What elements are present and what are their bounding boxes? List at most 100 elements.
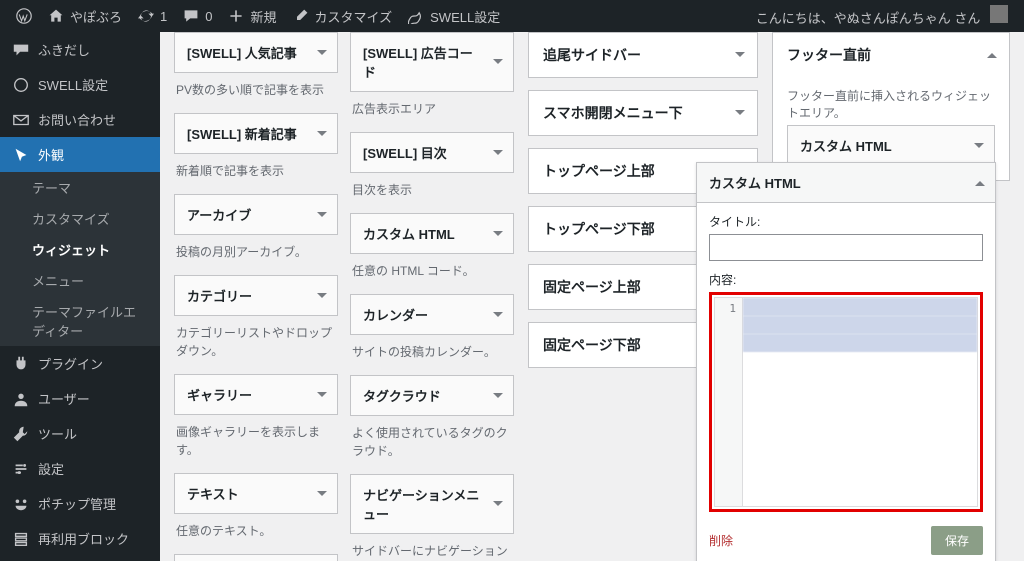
area-footer-before[interactable]: フッター直前: [772, 32, 1010, 77]
widget-description: サイトの投稿カレンダー。: [350, 335, 514, 375]
widget-title: ギャラリー: [187, 388, 252, 403]
available-widget[interactable]: アーカイブ: [174, 194, 338, 235]
widget-description: 画像ギャラリーを表示します。: [174, 415, 338, 473]
title-input[interactable]: [709, 234, 983, 261]
inner-widget-custom-html[interactable]: カスタム HTML: [787, 125, 995, 166]
widget-area-title: トップページ上部: [543, 163, 655, 179]
available-widget[interactable]: [SWELL] 新着記事: [174, 113, 338, 154]
widget-title: [SWELL] 新着記事: [187, 127, 297, 142]
menu-tools[interactable]: ツール: [0, 416, 160, 451]
available-widget[interactable]: [SWELL] 目次: [350, 132, 514, 173]
widget-description: 新着順で記事を表示: [174, 154, 338, 194]
swell-settings-link[interactable]: SWELL設定: [400, 0, 508, 32]
chevron-down-icon: [970, 137, 988, 155]
available-widget[interactable]: カスタム HTML: [350, 213, 514, 254]
widget-edit-header[interactable]: カスタム HTML: [697, 163, 995, 203]
widget-description: 投稿の月別アーカイブ。: [174, 235, 338, 275]
available-widget[interactable]: ナビゲーションメニュー: [350, 474, 514, 534]
chevron-down-icon: [489, 387, 507, 405]
available-widget[interactable]: ギャラリー: [174, 374, 338, 415]
widget-area[interactable]: スマホ開閉メニュー下: [528, 90, 758, 136]
menu-pochi[interactable]: ポチップ管理: [0, 486, 160, 521]
widget-description: PV数の多い順で記事を表示: [174, 73, 338, 113]
chevron-down-icon: [489, 495, 507, 513]
save-button[interactable]: 保存: [931, 526, 983, 555]
site-name[interactable]: やぽぶろ: [40, 0, 130, 32]
available-widget[interactable]: タグクラウド: [350, 375, 514, 416]
available-widget[interactable]: ブロック: [174, 554, 338, 561]
widget-description: 任意のテキスト。: [174, 514, 338, 554]
menu-swell[interactable]: SWELL設定: [0, 67, 160, 102]
chevron-down-icon: [489, 225, 507, 243]
submenu-menus[interactable]: メニュー: [0, 265, 160, 296]
menu-plugins[interactable]: プラグイン: [0, 346, 160, 381]
widget-title: ナビゲーションメニュー: [363, 488, 479, 522]
chevron-down-icon: [731, 104, 749, 122]
submenu-customize[interactable]: カスタマイズ: [0, 203, 160, 234]
menu-settings[interactable]: 設定: [0, 451, 160, 486]
content-highlight-frame: 1: [709, 292, 983, 512]
chevron-down-icon: [731, 46, 749, 64]
line-gutter: 1: [715, 298, 743, 506]
chevron-down-icon: [313, 206, 331, 224]
available-widget[interactable]: [SWELL] 広告コード: [350, 32, 514, 92]
available-widget[interactable]: カレンダー: [350, 294, 514, 335]
widget-title: テキスト: [187, 487, 239, 502]
content-editor[interactable]: 1: [714, 297, 978, 507]
widget-area-title: スマホ開閉メニュー下: [543, 105, 683, 121]
customize-link[interactable]: カスタマイズ: [285, 0, 401, 32]
delete-link[interactable]: 削除: [709, 532, 733, 549]
title-label: タイトル:: [709, 213, 983, 230]
menu-balloon[interactable]: ふきだし: [0, 32, 160, 67]
chevron-down-icon: [489, 53, 507, 71]
chevron-up-icon: [971, 174, 989, 192]
widget-area-title: 固定ページ上部: [543, 279, 641, 295]
widget-description: サイドバーにナビゲーションメニューを追加。: [350, 534, 514, 561]
widget-area-title: トップページ下部: [543, 221, 655, 237]
chevron-down-icon: [313, 125, 331, 143]
greeting[interactable]: こんにちは、やぬさんぽんちゃん さん: [748, 5, 1016, 27]
avatar: [990, 5, 1008, 23]
widget-description: カテゴリーリストやドロップダウン。: [174, 316, 338, 374]
chevron-down-icon: [489, 144, 507, 162]
updates[interactable]: 1: [130, 0, 175, 32]
widget-area-title: 固定ページ下部: [543, 337, 641, 353]
menu-appearance[interactable]: 外観: [0, 137, 160, 172]
chevron-up-icon: [983, 46, 1001, 64]
widget-title: カスタム HTML: [363, 227, 455, 242]
widget-title: タグクラウド: [363, 389, 441, 404]
available-widget[interactable]: テキスト: [174, 473, 338, 514]
widget-description: 広告表示エリア: [350, 92, 514, 132]
widget-area-title: 追尾サイドバー: [543, 47, 641, 63]
new-content[interactable]: 新規: [220, 0, 284, 32]
widget-description: よく使用されているタグのクラウド。: [350, 416, 514, 474]
widget-title: カテゴリー: [187, 289, 252, 304]
widget-description: 目次を表示: [350, 173, 514, 213]
chevron-down-icon: [313, 44, 331, 62]
chevron-down-icon: [313, 485, 331, 503]
widget-area[interactable]: 追尾サイドバー: [528, 32, 758, 78]
chevron-down-icon: [313, 287, 331, 305]
submenu-widgets[interactable]: ウィジェット: [0, 234, 160, 265]
menu-users[interactable]: ユーザー: [0, 381, 160, 416]
submenu-themes[interactable]: テーマ: [0, 172, 160, 203]
widget-edit-panel: カスタム HTML タイトル: 内容: 1: [696, 162, 996, 561]
widget-title: アーカイブ: [187, 208, 251, 223]
content-label: 内容:: [709, 271, 983, 288]
widget-title: カレンダー: [363, 308, 428, 323]
widget-title: [SWELL] 人気記事: [187, 46, 297, 61]
area-footer-before-desc: フッター直前に挿入されるウィジェットエリア。: [787, 87, 995, 121]
chevron-down-icon: [489, 306, 507, 324]
available-widget[interactable]: カテゴリー: [174, 275, 338, 316]
menu-contact[interactable]: お問い合わせ: [0, 102, 160, 137]
comments[interactable]: 0: [175, 0, 220, 32]
widget-description: 任意の HTML コード。: [350, 254, 514, 294]
widget-title: [SWELL] 広告コード: [363, 46, 473, 80]
widget-title: [SWELL] 目次: [363, 146, 447, 161]
menu-seopack[interactable]: SEO PACK: [0, 556, 160, 561]
wp-logo[interactable]: [8, 0, 40, 32]
submenu-theme-editor[interactable]: テーマファイルエディター: [0, 296, 160, 346]
chevron-down-icon: [313, 386, 331, 404]
available-widget[interactable]: [SWELL] 人気記事: [174, 32, 338, 73]
menu-reusable[interactable]: 再利用ブロック: [0, 521, 160, 556]
